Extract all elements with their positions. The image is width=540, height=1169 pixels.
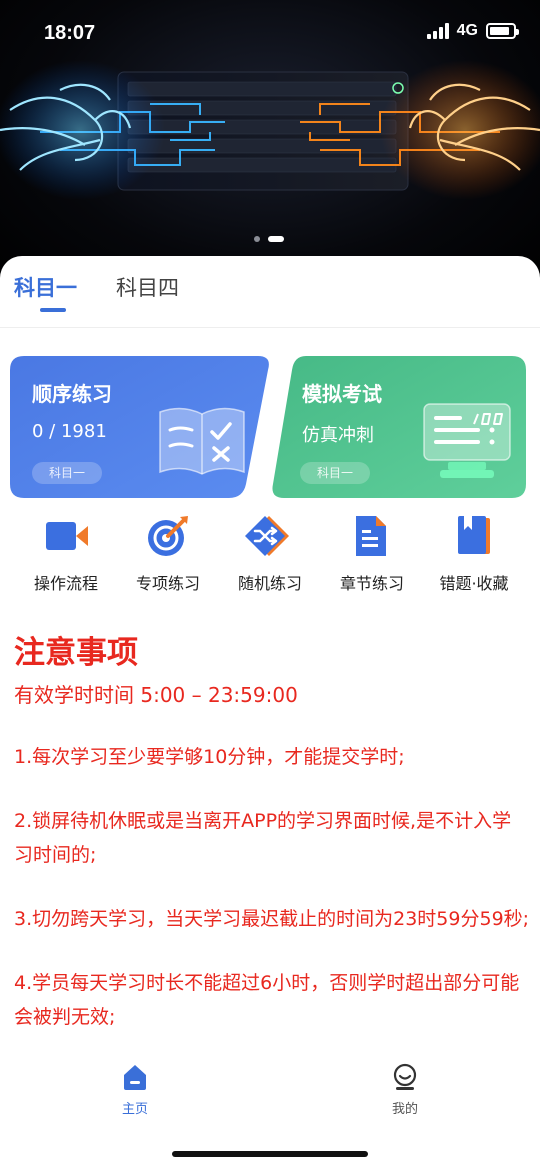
sequential-practice-card[interactable]: 顺序练习 0 / 1981 科目一	[10, 356, 270, 498]
banner-carousel[interactable]: 18:07 4G	[0, 0, 540, 290]
notice-title: 注意事项	[14, 635, 138, 671]
study-hours-window: 有效学时时间 5:00 – 23:59:00	[14, 683, 298, 707]
shortcut-operation-flow[interactable]: 操作流程	[16, 514, 116, 594]
mock-exam-title: 模拟考试	[302, 382, 382, 406]
shortcut-label: 错题·收藏	[439, 574, 509, 593]
main-content: 科目一 科目四 顺序练习 0 / 1981 科目一 模拟考试 仿真冲刺 科目一 …	[0, 256, 540, 1169]
notice-item: 3.切勿跨天学习，当天学习最迟截止的时间为23时59分59秒;	[14, 908, 530, 930]
subject-tabs: 科目一 科目四	[0, 256, 540, 328]
status-icons: 4G	[426, 22, 519, 40]
sequential-practice-title: 顺序练习	[32, 382, 112, 406]
carousel-indicator	[254, 236, 284, 242]
exam-monitor-icon	[423, 403, 511, 478]
active-tab-indicator	[40, 308, 66, 312]
shortcut-chapter-practice[interactable]: 章节练习	[322, 514, 422, 594]
shortcut-label: 章节练习	[339, 574, 404, 593]
shuffle-icon	[245, 516, 289, 556]
practice-shortcuts: 操作流程 专项练习 随机练习 章节练习 错题·收藏	[0, 514, 540, 604]
nav-home[interactable]: 主页	[95, 1062, 175, 1117]
tab-subject-four[interactable]: 科目四	[116, 272, 179, 302]
subject-tag: 科目一	[32, 462, 102, 484]
profile-icon	[393, 1063, 417, 1090]
status-time: 18:07	[44, 22, 96, 44]
mock-exam-subtitle: 仿真冲刺	[302, 425, 374, 446]
status-bar: 18:07 4G	[0, 0, 540, 64]
shortcut-label: 随机练习	[237, 574, 302, 593]
notice-item: 1.每次学习至少要学够10分钟，才能提交学时;	[14, 746, 405, 768]
nav-label: 主页	[121, 1102, 148, 1117]
nav-label: 我的	[391, 1102, 418, 1117]
video-camera-icon	[46, 522, 88, 550]
document-icon	[356, 516, 386, 556]
carousel-dot[interactable]	[254, 236, 260, 242]
shortcut-random-practice[interactable]: 随机练习	[220, 514, 320, 594]
home-icon	[124, 1065, 146, 1090]
nav-profile[interactable]: 我的	[365, 1062, 445, 1117]
notice-item: 4.学员每天学习时长不能超过6小时，否则学时超出部分可能会被判无效;	[14, 972, 520, 1028]
battery-icon	[486, 23, 519, 39]
home-indicator[interactable]	[172, 1151, 368, 1157]
shortcut-special-practice[interactable]: 专项练习	[118, 514, 218, 594]
bookmark-book-icon	[458, 516, 490, 554]
target-icon	[148, 516, 188, 556]
battery-level	[490, 27, 509, 35]
carousel-dot-active[interactable]	[268, 236, 284, 242]
subject-tag: 科目一	[300, 462, 370, 484]
sequential-practice-progress: 0 / 1981	[32, 421, 107, 442]
mock-exam-card[interactable]: 模拟考试 仿真冲刺 科目一	[270, 356, 526, 498]
network-type: 4G	[456, 22, 478, 39]
notice-item: 2.锁屏待机休眠或是当离开APP的学习界面时候,是不计入学习时间的;	[14, 810, 512, 866]
notice-section: 注意事项 有效学时时间 5:00 – 23:59:00 1.每次学习至少要学够1…	[14, 630, 530, 1034]
tab-subject-one[interactable]: 科目一	[14, 272, 77, 302]
shortcut-label: 操作流程	[33, 574, 98, 593]
shortcut-label: 专项练习	[135, 574, 200, 593]
shortcut-wrong-questions-favorites[interactable]: 错题·收藏	[424, 514, 524, 594]
open-book-icon	[159, 407, 245, 475]
cellular-signal-icon	[426, 23, 449, 39]
